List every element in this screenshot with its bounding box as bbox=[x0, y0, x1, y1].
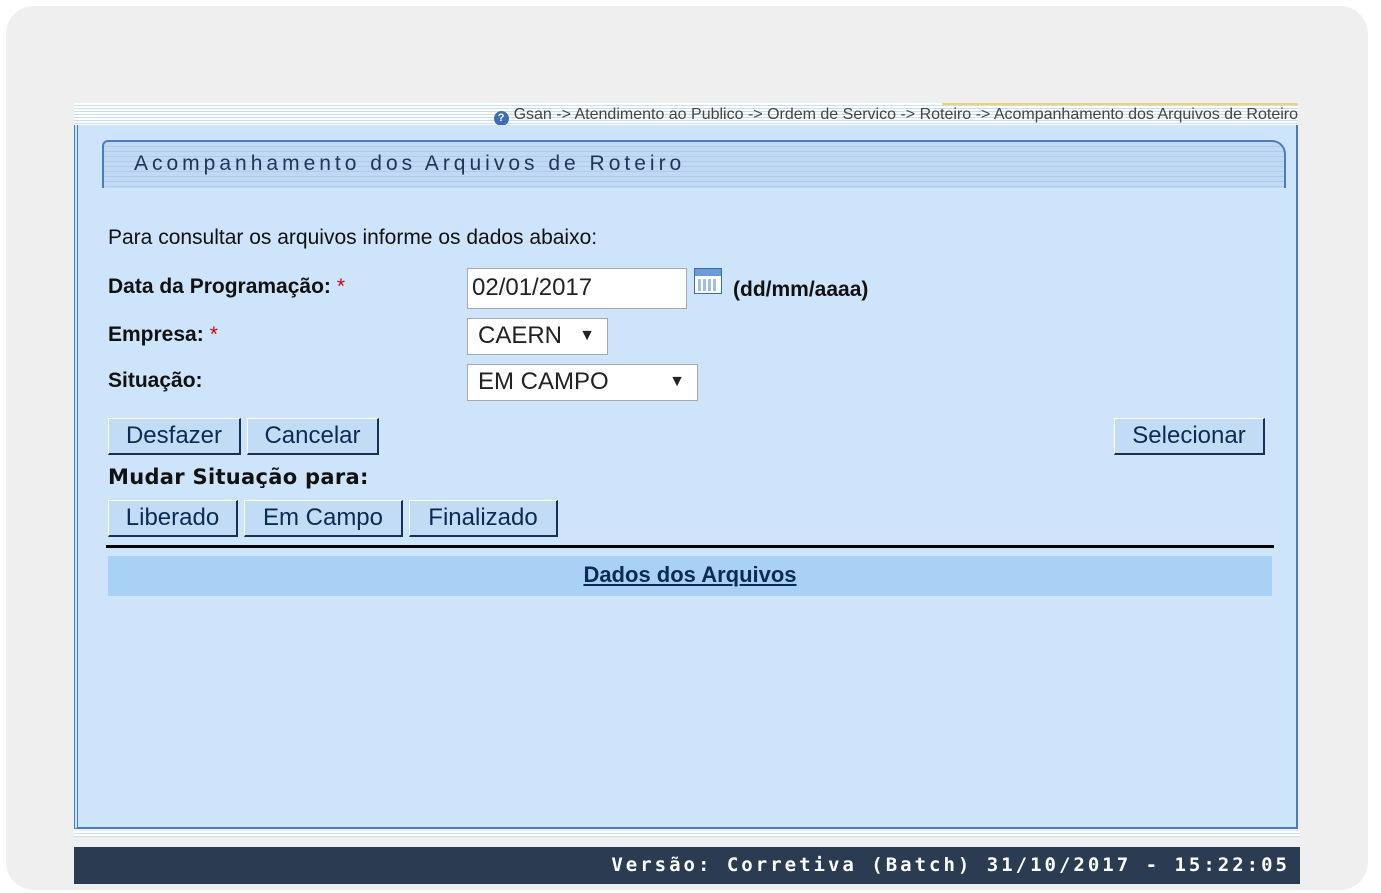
empresa-label: Empresa: * bbox=[108, 323, 218, 347]
required-marker: * bbox=[336, 275, 346, 298]
data-programacao-input[interactable]: 02/01/2017 bbox=[467, 268, 687, 309]
empresa-selected-value: CAERN bbox=[478, 322, 563, 349]
section-divider bbox=[106, 545, 1274, 548]
breadcrumb-bar: ? Gsan -> Atendimento ao Publico -> Ordem… bbox=[74, 103, 1298, 126]
dropdown-arrow-icon: ▼ bbox=[579, 327, 595, 344]
empresa-select[interactable]: CAERN ▼ bbox=[467, 318, 608, 355]
page-title: Acompanhamento dos Arquivos de Roteiro bbox=[134, 152, 686, 175]
help-icon[interactable]: ? bbox=[493, 111, 509, 126]
situacao-label: Situação: bbox=[108, 369, 203, 392]
liberado-button[interactable]: Liberado bbox=[108, 500, 238, 537]
calendar-icon[interactable] bbox=[694, 268, 722, 294]
situacao-selected-value: EM CAMPO bbox=[478, 368, 609, 395]
em-campo-button[interactable]: Em Campo bbox=[244, 500, 403, 537]
empresa-label-text: Empresa: bbox=[108, 323, 204, 346]
footer-version: Versão: Corretiva (Batch) 31/10/2017 - 1… bbox=[74, 847, 1300, 884]
breadcrumb: ? Gsan -> Atendimento ao Publico -> Ordem… bbox=[493, 105, 1298, 126]
data-programacao-label: Data da Programação: * bbox=[108, 275, 345, 299]
selecionar-button[interactable]: Selecionar bbox=[1114, 418, 1265, 455]
instructions-text: Para consultar os arquivos informe os da… bbox=[108, 226, 598, 249]
mudar-situacao-label: Mudar Situação para: bbox=[108, 465, 369, 489]
panel-bottom-border bbox=[74, 831, 1300, 837]
dropdown-arrow-icon: ▼ bbox=[669, 373, 685, 390]
title-tab: Acompanhamento dos Arquivos de Roteiro bbox=[102, 140, 1286, 188]
cancelar-button[interactable]: Cancelar bbox=[247, 418, 379, 455]
data-programacao-label-text: Data da Programação: bbox=[108, 275, 331, 298]
date-format-hint: (dd/mm/aaaa) bbox=[733, 278, 869, 301]
required-marker: * bbox=[209, 323, 218, 346]
breadcrumb-text[interactable]: Gsan -> Atendimento ao Publico -> Ordem … bbox=[514, 106, 1298, 123]
situacao-select[interactable]: EM CAMPO ▼ bbox=[467, 364, 698, 401]
dados-arquivos-header[interactable]: Dados dos Arquivos bbox=[108, 556, 1272, 596]
finalizado-button[interactable]: Finalizado bbox=[409, 500, 558, 537]
desfazer-button[interactable]: Desfazer bbox=[108, 418, 241, 455]
